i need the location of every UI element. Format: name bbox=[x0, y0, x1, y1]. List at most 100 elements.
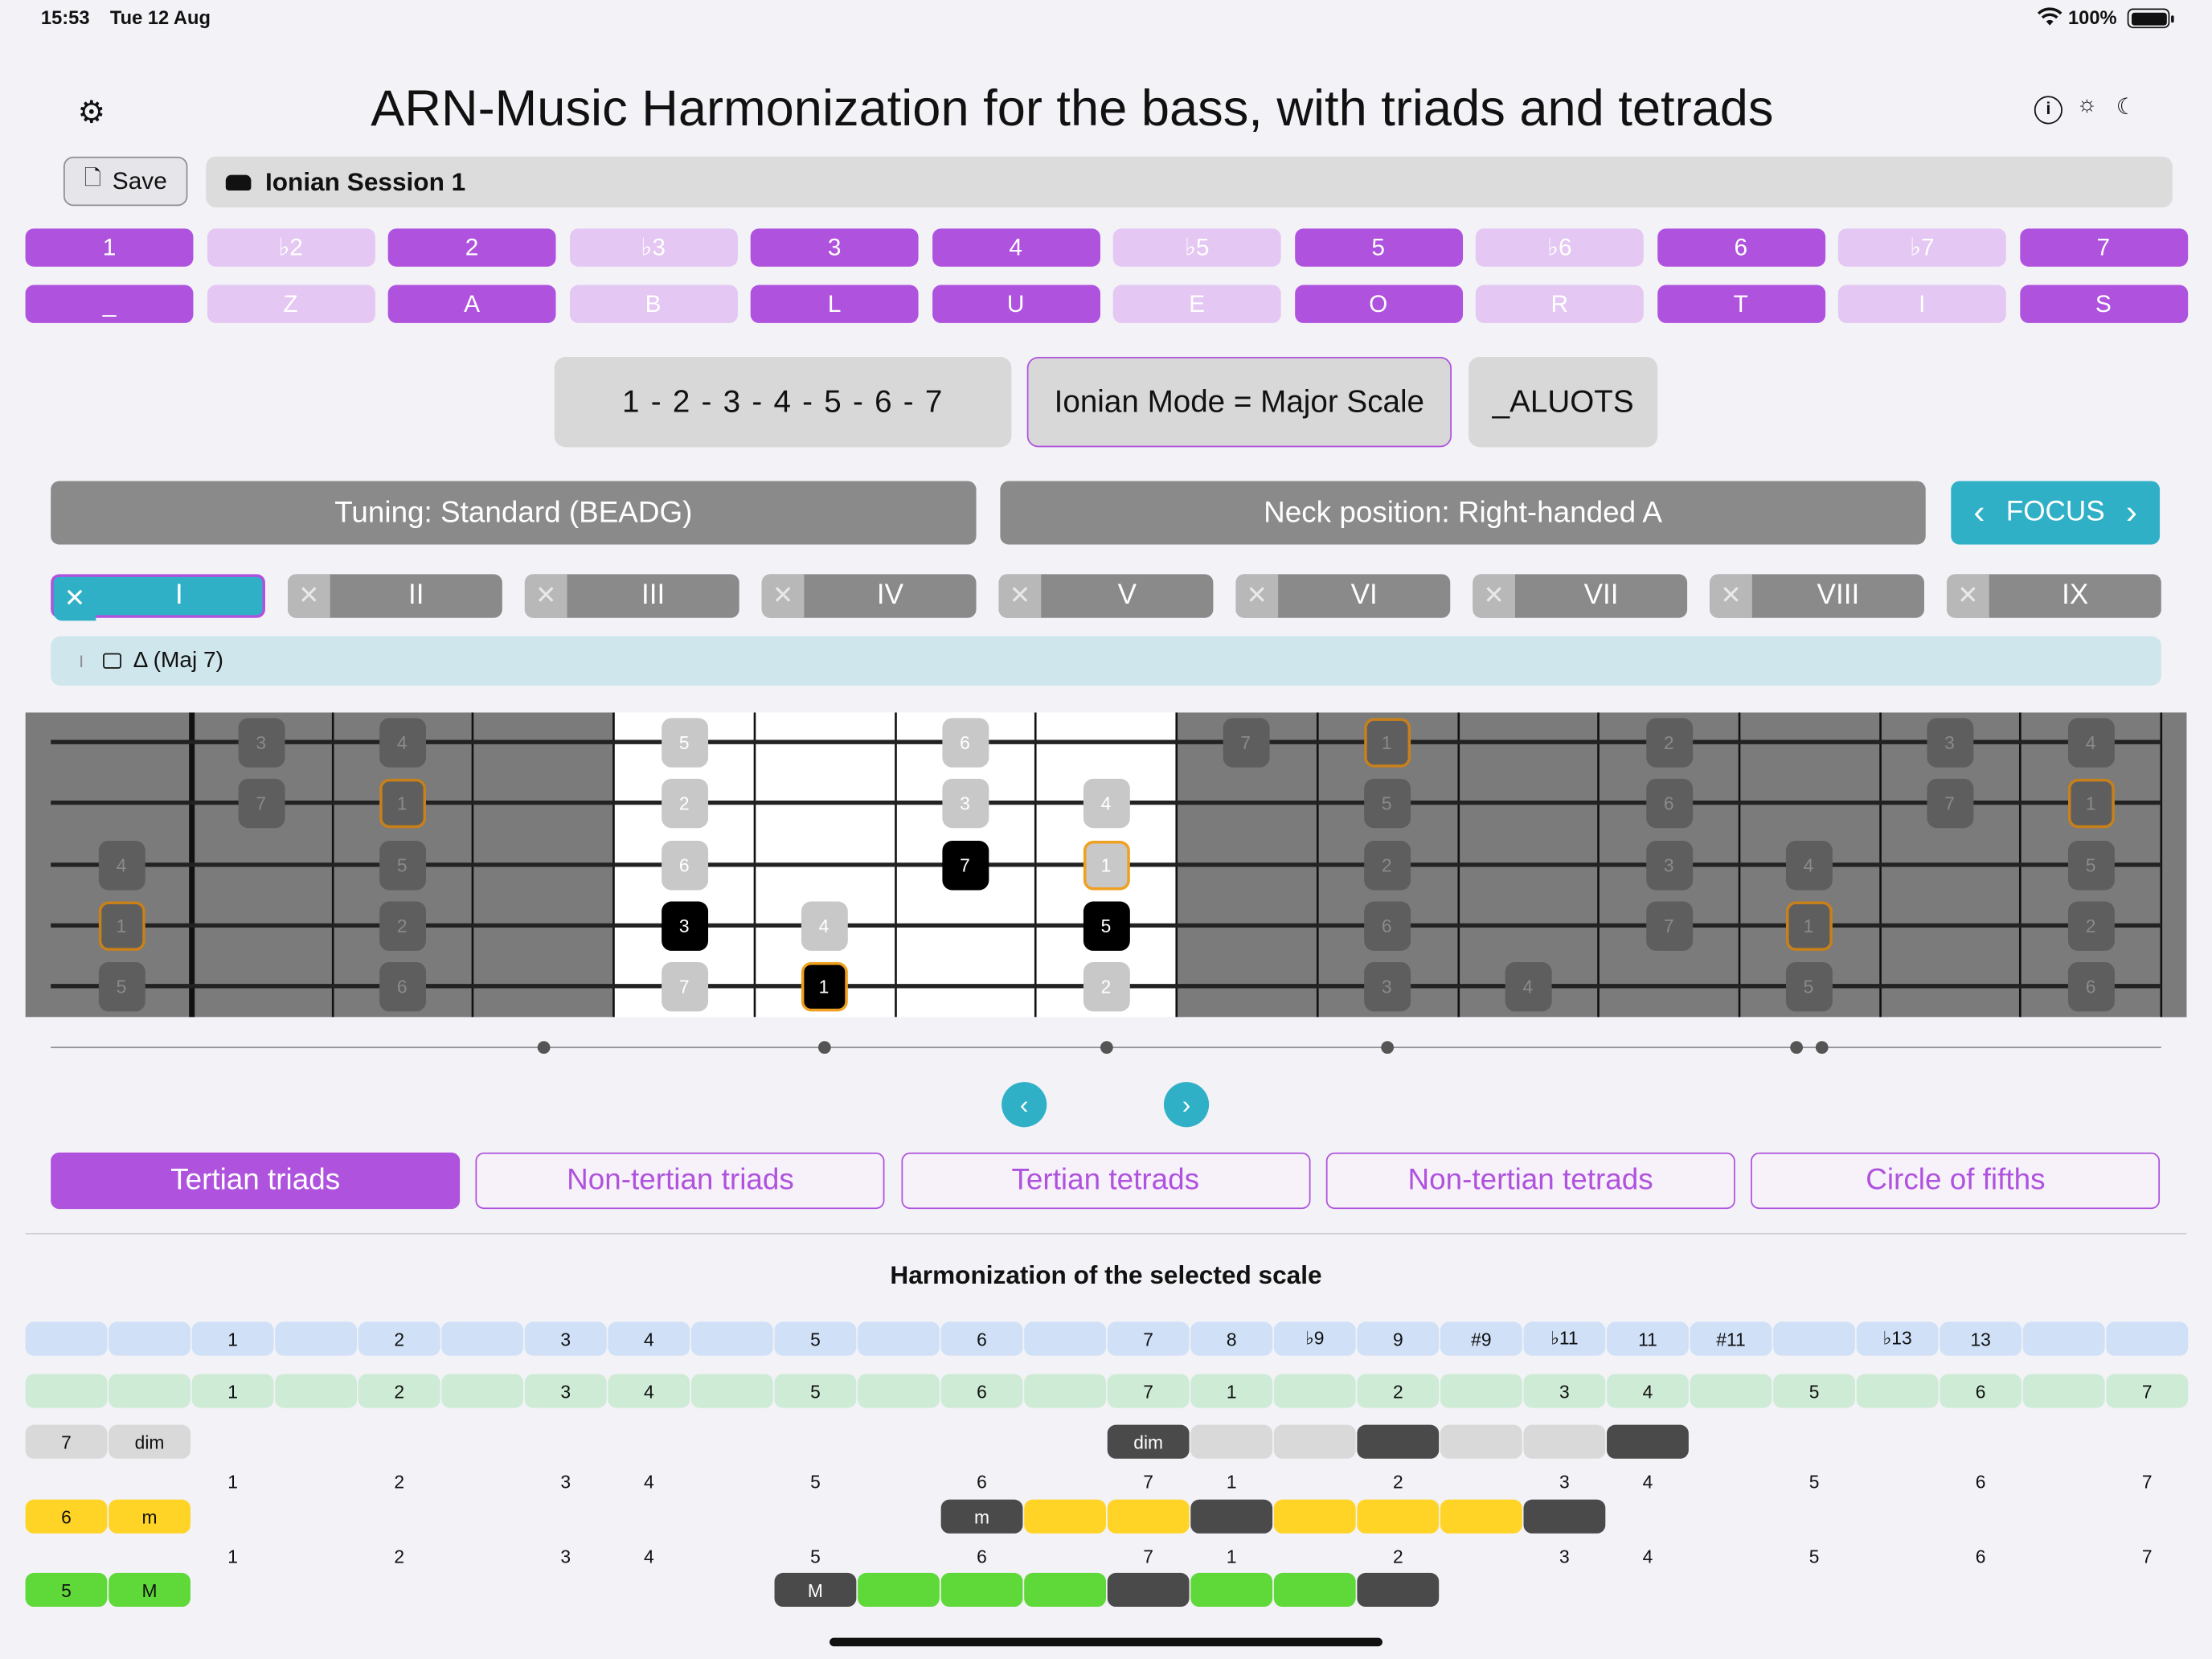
tab-circle-of-fifths[interactable]: Circle of fifths bbox=[1751, 1152, 2161, 1210]
fret-note[interactable]: 3 bbox=[661, 900, 708, 951]
degree-pill-3[interactable]: 2 bbox=[387, 228, 556, 267]
fret-note[interactable]: 1 bbox=[379, 777, 426, 828]
fret-note[interactable]: 3 bbox=[1926, 717, 1973, 767]
degree-pill-12[interactable]: 7 bbox=[2019, 228, 2188, 267]
chevron-left-icon[interactable]: ‹ bbox=[1973, 493, 1985, 532]
letter-pill-6[interactable]: U bbox=[932, 285, 1100, 323]
fret-note[interactable]: 4 bbox=[2067, 717, 2115, 767]
close-x-icon[interactable]: ✕ bbox=[288, 574, 330, 618]
position-tab-III[interactable]: ✕ III bbox=[524, 574, 739, 618]
letter-pill-9[interactable]: R bbox=[1475, 285, 1644, 323]
fret-note[interactable]: 4 bbox=[801, 900, 847, 951]
degree-pill-4[interactable]: ♭3 bbox=[569, 228, 738, 267]
fret-note[interactable]: 6 bbox=[941, 717, 989, 767]
fret-note[interactable]: 7 bbox=[661, 961, 708, 1011]
letter-pill-8[interactable]: O bbox=[1294, 285, 1463, 323]
chevron-right-icon[interactable]: › bbox=[2126, 493, 2137, 532]
fret-note[interactable]: 1 bbox=[1785, 900, 1832, 951]
fret-note[interactable]: 4 bbox=[1504, 961, 1551, 1011]
fret-note[interactable]: 2 bbox=[1083, 961, 1129, 1011]
close-x-icon[interactable]: ✕ bbox=[1235, 574, 1279, 618]
letter-pill-4[interactable]: B bbox=[569, 285, 738, 323]
degree-pill-8[interactable]: 5 bbox=[1294, 228, 1463, 267]
fret-note[interactable]: 1 bbox=[2067, 777, 2115, 828]
letter-pill-10[interactable]: T bbox=[1657, 285, 1825, 323]
fret-note[interactable]: 6 bbox=[2067, 961, 2115, 1011]
fret-note[interactable]: 2 bbox=[1645, 717, 1693, 767]
degree-pill-9[interactable]: ♭6 bbox=[1475, 228, 1644, 267]
neck-position-selector[interactable]: Neck position: Right-handed A bbox=[1000, 481, 1926, 545]
degree-pill-7[interactable]: ♭5 bbox=[1112, 228, 1281, 267]
close-x-icon[interactable]: ✕ bbox=[998, 574, 1042, 618]
fret-note[interactable]: 4 bbox=[379, 717, 426, 767]
fret-note[interactable]: 5 bbox=[97, 961, 145, 1011]
degree-pill-1[interactable]: 1 bbox=[25, 228, 194, 267]
letter-pill-7[interactable]: E bbox=[1112, 285, 1281, 323]
position-tab-VII[interactable]: ✕ VII bbox=[1473, 574, 1688, 618]
position-tab-VIII[interactable]: ✕ VIII bbox=[1710, 574, 1924, 618]
degree-pill-11[interactable]: ♭7 bbox=[1837, 228, 2006, 267]
position-tab-I[interactable]: ✕ I bbox=[51, 574, 265, 621]
fret-note[interactable]: 6 bbox=[1645, 777, 1693, 828]
fret-note[interactable]: 2 bbox=[1363, 840, 1411, 890]
close-x-icon[interactable]: ✕ bbox=[1473, 574, 1515, 618]
position-tab-V[interactable]: ✕ V bbox=[998, 574, 1214, 618]
info-icon[interactable]: i bbox=[2034, 96, 2062, 125]
tab-tertian-tetrads[interactable]: Tertian tetrads bbox=[900, 1152, 1310, 1210]
letter-pill-2[interactable]: Z bbox=[207, 285, 375, 323]
fret-note[interactable]: 1 bbox=[1083, 840, 1129, 890]
fret-note[interactable]: 5 bbox=[661, 717, 708, 767]
fret-note[interactable]: 5 bbox=[2067, 840, 2115, 890]
position-tab-IV[interactable]: ✕ IV bbox=[761, 574, 977, 618]
fret-note[interactable]: 7 bbox=[1645, 900, 1693, 951]
fret-note[interactable]: 3 bbox=[1645, 840, 1693, 890]
fret-note[interactable]: 5 bbox=[1363, 777, 1411, 828]
next-chevron-icon[interactable]: › bbox=[1163, 1082, 1210, 1128]
close-x-icon[interactable]: ✕ bbox=[53, 576, 96, 621]
tab-non-tertian-triads[interactable]: Non-tertian triads bbox=[475, 1152, 885, 1210]
letter-pill-5[interactable]: L bbox=[750, 285, 919, 323]
close-x-icon[interactable]: ✕ bbox=[524, 574, 567, 618]
fret-note[interactable]: 5 bbox=[1785, 961, 1832, 1011]
close-x-icon[interactable]: ✕ bbox=[1947, 574, 1989, 618]
fret-note[interactable]: 1 bbox=[801, 961, 847, 1011]
fret-note[interactable]: 3 bbox=[1363, 961, 1411, 1011]
degree-pill-5[interactable]: 3 bbox=[750, 228, 919, 267]
position-tab-VI[interactable]: ✕ VI bbox=[1235, 574, 1451, 618]
fret-note[interactable]: 7 bbox=[941, 840, 989, 890]
letter-pill-1[interactable]: _ bbox=[25, 285, 194, 323]
fret-note[interactable]: 4 bbox=[1785, 840, 1832, 890]
fret-note[interactable]: 6 bbox=[661, 840, 708, 890]
prev-chevron-icon[interactable]: ‹ bbox=[1002, 1082, 1047, 1128]
fret-note[interactable]: 5 bbox=[379, 840, 426, 890]
fret-note[interactable]: 2 bbox=[379, 900, 426, 951]
chord-list-icon[interactable] bbox=[103, 653, 122, 669]
letter-pill-11[interactable]: I bbox=[1837, 285, 2006, 323]
tab-non-tertian-tetrads[interactable]: Non-tertian tetrads bbox=[1325, 1152, 1735, 1210]
fret-note[interactable]: 5 bbox=[1083, 900, 1129, 951]
fret-note[interactable]: 1 bbox=[1363, 717, 1411, 767]
fret-note[interactable]: 7 bbox=[1222, 717, 1269, 767]
fret-note[interactable]: 7 bbox=[237, 777, 285, 828]
focus-control[interactable]: ‹ FOCUS › bbox=[1951, 481, 2161, 545]
fret-note[interactable]: 4 bbox=[1083, 777, 1129, 828]
fret-note[interactable]: 1 bbox=[97, 900, 145, 951]
fret-note[interactable]: 3 bbox=[237, 717, 285, 767]
save-button[interactable]: 🗋 Save bbox=[63, 156, 188, 207]
session-name-field[interactable]: Ionian Session 1 bbox=[206, 156, 2173, 207]
tab-tertian-triads[interactable]: Tertian triads bbox=[51, 1152, 461, 1210]
fret-note[interactable]: 7 bbox=[1926, 777, 1973, 828]
moon-icon[interactable]: ☾ bbox=[2116, 93, 2136, 121]
sun-icon[interactable]: ☼ bbox=[2077, 93, 2098, 119]
degree-pill-2[interactable]: ♭2 bbox=[207, 228, 375, 267]
scale-mode[interactable]: Ionian Mode = Major Scale bbox=[1026, 357, 1452, 448]
position-tab-IX[interactable]: ✕ IX bbox=[1947, 574, 2161, 618]
letter-pill-3[interactable]: A bbox=[387, 285, 556, 323]
close-x-icon[interactable]: ✕ bbox=[761, 574, 805, 618]
fret-note[interactable]: 2 bbox=[2067, 900, 2115, 951]
fret-note[interactable]: 6 bbox=[379, 961, 426, 1011]
tuning-selector[interactable]: Tuning: Standard (BEADG) bbox=[51, 481, 977, 545]
fret-note[interactable]: 6 bbox=[1363, 900, 1411, 951]
degree-pill-10[interactable]: 6 bbox=[1657, 228, 1825, 267]
fret-note[interactable]: 3 bbox=[941, 777, 989, 828]
